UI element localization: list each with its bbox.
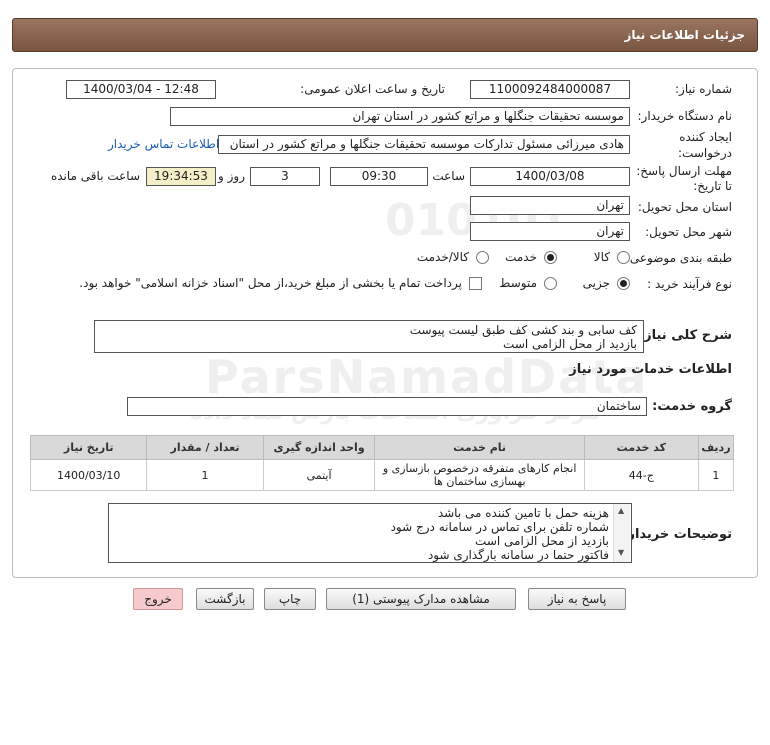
deadline-label-1: مهلت ارسال پاسخ: [636, 164, 732, 178]
notes-scrollbar[interactable]: ▲ ▼ [613, 504, 630, 562]
requester-label-2: درخواست: [678, 146, 732, 160]
treasury-bonds-label: پرداخت تمام یا بخشی از مبلغ خرید،از محل … [79, 276, 462, 290]
description-line: بازدید از محل الزامی است [503, 337, 637, 351]
service-group-field: ساختمان [127, 397, 647, 416]
description-label: شرح کلی نیاز: [638, 328, 732, 343]
buyer-notes-label: توضیحات خریدار: [622, 527, 732, 542]
cell-unit: آیتمی [262, 459, 376, 491]
scroll-down-icon[interactable]: ▼ [618, 548, 624, 557]
days-and-label: روز و [218, 169, 245, 183]
contact-buyer-link[interactable]: اطلاعات تماس خریدار [108, 137, 219, 151]
category-option-goods: کالا [593, 250, 610, 264]
treasury-bonds-checkbox[interactable] [469, 277, 482, 290]
services-table: ردیف کد خدمت نام خدمت واحد اندازه گیری ت… [29, 435, 735, 491]
scroll-up-icon[interactable]: ▲ [618, 506, 624, 515]
description-line: کف سابی و بند کشی کف طبق لیست پیوست [409, 323, 637, 337]
remaining-label: ساعت باقی مانده [50, 169, 140, 183]
city-label: شهر محل تحویل: [645, 225, 732, 239]
deadline-date-field: 1400/03/08 [470, 167, 630, 186]
col-unit-header: واحد اندازه گیری [262, 435, 376, 460]
province-field: تهران [470, 196, 630, 215]
col-qty-header: تعداد / مقدار [146, 435, 264, 460]
category-radio-goods[interactable] [617, 251, 630, 264]
deadline-label-2: تا تاریخ: [693, 179, 732, 193]
cell-name: انجام کارهای متفرقه درخصوص بازسازی و بهس… [374, 459, 585, 491]
page-header: جزئیات اطلاعات نیاز [12, 18, 758, 52]
days-field: 3 [250, 167, 320, 186]
cell-qty: 1 [146, 459, 264, 491]
buyer-note-line: فاکتور حتما در سامانه بارگذاری شود [427, 548, 609, 562]
table-header-row: ردیف کد خدمت نام خدمت واحد اندازه گیری ت… [29, 435, 735, 460]
announce-datetime-label: تاریخ و ساعت اعلان عمومی: [300, 82, 445, 96]
cell-row: 1 [697, 459, 735, 491]
description-box: کف سابی و بند کشی کف طبق لیست پیوست بازد… [94, 320, 644, 353]
cell-code: ج-44 [583, 459, 699, 491]
need-number-field: 1100092484000087 [470, 80, 630, 99]
purchase-option-medium: متوسط [499, 276, 537, 290]
buyer-note-line: بازدید از محل الزامی است [475, 534, 609, 548]
need-number-label: شماره نیاز: [675, 82, 732, 96]
city-field: تهران [470, 222, 630, 241]
requester-label-1: ایجاد کننده [679, 130, 732, 144]
purchase-type-label: نوع فرآیند خرید : [647, 277, 732, 291]
col-code-header: کد خدمت [583, 435, 699, 460]
table-row: 1 ج-44 انجام کارهای متفرقه درخصوص بازساز… [29, 459, 735, 491]
purchase-option-minor: جزیی [582, 276, 610, 290]
view-documents-button[interactable]: مشاهده مدارک پیوستی (1) [326, 588, 516, 610]
buyer-notes-box[interactable]: هزینه حمل با تامین کننده می باشد شماره ت… [108, 503, 632, 563]
buyer-org-field: موسسه تحقیقات جنگلها و مراتع کشور در است… [170, 107, 630, 126]
remaining-time-field: 19:34:53 [146, 167, 216, 186]
buyer-note-line: هزینه حمل با تامین کننده می باشد [437, 506, 609, 520]
purchase-radio-medium[interactable] [544, 277, 557, 290]
category-option-service: خدمت [505, 250, 537, 264]
back-button[interactable]: بازگشت [196, 588, 254, 610]
announce-datetime-field: 1400/03/04 - 12:48 [66, 80, 216, 99]
page-title: جزئیات اطلاعات نیاز [624, 28, 745, 42]
services-info-heading: اطلاعات خدمات مورد نیاز [569, 362, 732, 377]
service-group-label: گروه خدمت: [652, 399, 732, 414]
province-label: استان محل تحویل: [637, 200, 732, 214]
cell-date: 1400/03/10 [29, 459, 148, 491]
exit-button[interactable]: خروج [133, 588, 183, 610]
category-radio-goods-service[interactable] [476, 251, 489, 264]
buyer-org-label: نام دستگاه خریدار: [637, 109, 733, 123]
deadline-time-label: ساعت [432, 169, 465, 183]
category-option-goods-service: کالا/خدمت [416, 250, 469, 264]
requester-field: هادی میرزائی مسئول تدارکات موسسه تحقیقات… [218, 135, 630, 154]
purchase-radio-minor[interactable] [617, 277, 630, 290]
deadline-time-field: 09:30 [330, 167, 428, 186]
category-radio-service[interactable] [544, 251, 557, 264]
category-label: طبقه بندی موضوعی: [625, 251, 732, 265]
buyer-note-line: شماره تلفن برای تماس در سامانه درج شود [390, 520, 609, 534]
col-date-header: تاریخ نیاز [29, 435, 148, 460]
print-button[interactable]: چاپ [264, 588, 316, 610]
col-name-header: نام خدمت [374, 435, 585, 460]
reply-button[interactable]: پاسخ به نیاز [528, 588, 626, 610]
col-row-header: ردیف [697, 435, 735, 460]
